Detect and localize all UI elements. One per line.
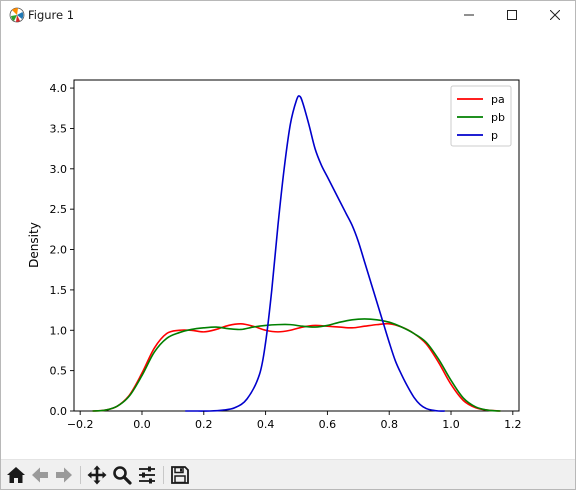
configure-subplots-icon bbox=[139, 466, 155, 484]
home-icon bbox=[7, 467, 25, 483]
maximize-icon bbox=[507, 10, 517, 20]
y-tick-label: 2.5 bbox=[50, 203, 68, 216]
y-tick-label: 2.0 bbox=[50, 244, 68, 257]
save-button[interactable] bbox=[169, 464, 191, 486]
maximize-button[interactable] bbox=[490, 1, 534, 29]
title-bar[interactable]: Figure 1 bbox=[1, 1, 575, 29]
x-tick-label: 1.2 bbox=[504, 418, 522, 431]
pan-button[interactable] bbox=[86, 464, 108, 486]
x-tick-label: 0.8 bbox=[380, 418, 398, 431]
zoom-button[interactable] bbox=[111, 464, 133, 486]
configure-subplots-button[interactable] bbox=[136, 464, 158, 486]
x-tick-label: 0.0 bbox=[133, 418, 151, 431]
figure-canvas[interactable]: −0.2 0.0 0.2 0.4 0.6 0.8 1.0 1.2 0.0 0.5 1.0 1.5 2.… bbox=[1, 29, 575, 457]
y-tick-label: 3.5 bbox=[50, 122, 68, 135]
toolbar-separator bbox=[80, 466, 81, 484]
matplotlib-logo-icon bbox=[9, 7, 25, 23]
x-tick-label: 1.0 bbox=[442, 418, 460, 431]
legend-label: p bbox=[491, 129, 498, 142]
y-tick-label: 0.5 bbox=[50, 365, 68, 378]
zoom-icon bbox=[113, 466, 132, 485]
figure-window: Figure 1 −0.2 0.0 0.2 0.4 0.6 0.8 1.0 1.2 0.0 0.… bbox=[0, 0, 576, 490]
x-tick-label: −0.2 bbox=[67, 418, 94, 431]
close-button[interactable] bbox=[533, 1, 575, 29]
legend-label: pa bbox=[491, 93, 505, 106]
y-tick-label: 1.0 bbox=[50, 324, 68, 337]
pan-icon bbox=[87, 465, 107, 485]
y-axis: 0.0 0.5 1.0 1.5 2.0 2.5 3.0 3.5 4.0 bbox=[50, 82, 74, 418]
density-plot: −0.2 0.0 0.2 0.4 0.6 0.8 1.0 1.2 0.00.51.01.52.… bbox=[27, 79, 522, 431]
legend-label: pb bbox=[491, 111, 505, 124]
save-icon bbox=[171, 466, 189, 484]
x-axis: −0.2 0.0 0.2 0.4 0.6 0.8 1.0 1.2 bbox=[67, 411, 522, 431]
minimize-icon bbox=[464, 14, 474, 16]
minimize-button[interactable] bbox=[447, 1, 491, 29]
legend: pa pb p bbox=[450, 85, 512, 147]
close-icon bbox=[550, 10, 560, 20]
back-icon bbox=[32, 467, 48, 483]
forward-button[interactable] bbox=[53, 464, 75, 486]
y-tick-label: 4.0 bbox=[50, 82, 68, 95]
x-tick-label: 0.2 bbox=[195, 418, 213, 431]
y-tick-label: 1.5 bbox=[50, 284, 68, 297]
y-tick-label: 0.0 bbox=[50, 405, 68, 418]
window-title: Figure 1 bbox=[28, 8, 75, 22]
x-tick-label: 0.6 bbox=[319, 418, 337, 431]
forward-icon bbox=[56, 467, 72, 483]
toolbar-separator bbox=[163, 466, 164, 484]
navigation-toolbar bbox=[1, 459, 575, 489]
y-tick-label: 3.0 bbox=[50, 163, 68, 176]
home-button[interactable] bbox=[5, 464, 27, 486]
x-tick-label: 0.4 bbox=[257, 418, 275, 431]
y-axis-label: Density bbox=[27, 222, 41, 268]
back-button[interactable] bbox=[29, 464, 51, 486]
